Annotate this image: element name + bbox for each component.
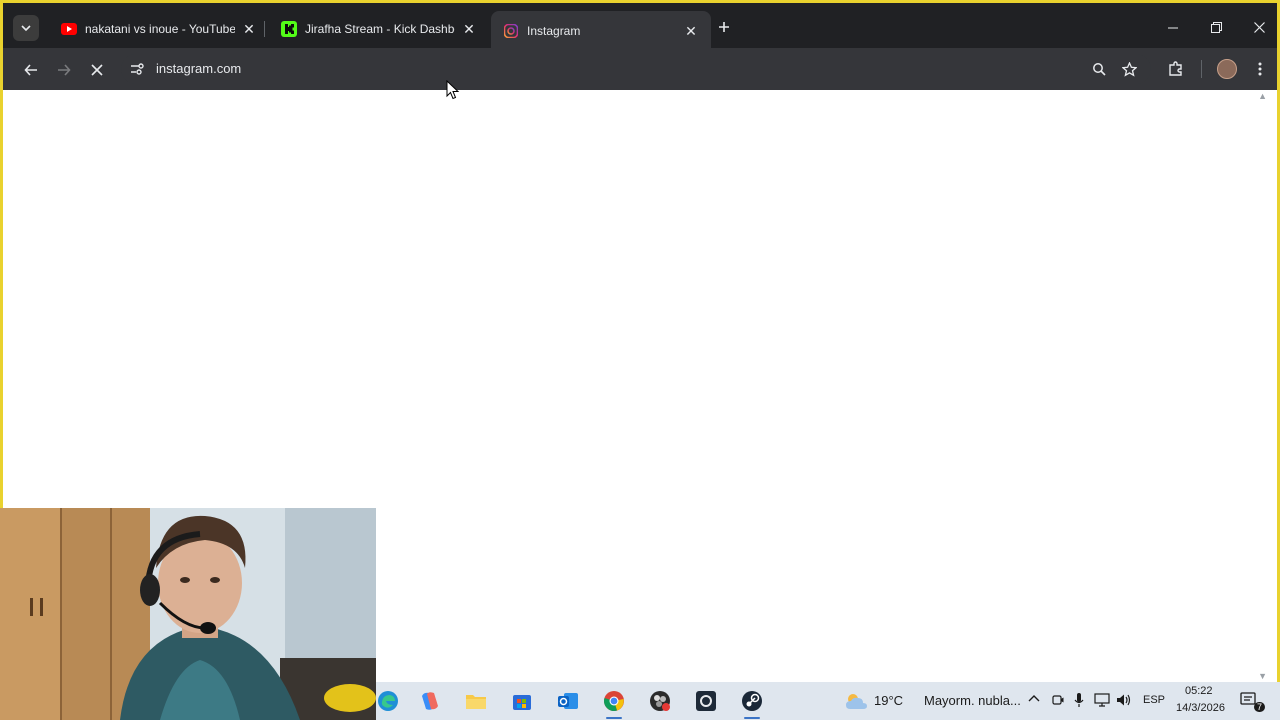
store-app[interactable] [510,689,534,713]
restore-button[interactable] [1201,15,1231,41]
arrow-right-icon [58,64,71,76]
close-icon [91,64,103,76]
puzzle-icon [1169,61,1182,76]
close-icon[interactable]: ✕ [241,21,257,38]
tab-title: Jirafha Stream - Kick Dashboard [305,22,455,36]
tab-strip: nakatani vs inoue - YouTube ✕ Jirafha St… [3,3,1277,51]
tab-youtube[interactable]: nakatani vs inoue - YouTube ✕ [49,11,269,47]
language-indicator[interactable]: ESP [1143,694,1165,706]
copilot-app[interactable] [418,689,442,713]
app-icon [696,691,716,711]
steam-app[interactable] [740,689,764,719]
outlook-app[interactable] [556,689,580,713]
menu-button[interactable] [1249,58,1271,80]
tab-title: nakatani vs inoue - YouTube [85,22,235,36]
weather-temp: 19°C [874,693,904,708]
address-bar[interactable]: instagram.com [121,54,1151,84]
close-icon[interactable]: ✕ [683,23,699,40]
profile-avatar[interactable] [1217,59,1237,79]
site-info-icon[interactable] [129,61,145,77]
notification-count: 7 [1254,702,1266,712]
bookmark-button[interactable] [1118,58,1140,80]
taskbar: 19°C Mayorm. nubla... ESP 05:22 14/3/202… [376,682,1280,720]
obs-icon [650,691,670,711]
tab-instagram[interactable]: Instagram ✕ [491,11,711,51]
arrow-left-icon [24,64,37,76]
chevron-up-icon[interactable] [1028,692,1040,706]
webcam-image [0,508,376,720]
edge-app[interactable] [376,689,400,713]
star-icon [1121,61,1137,77]
tab-search-button[interactable] [13,15,39,41]
network-icon[interactable] [1094,693,1110,710]
weather-desc: Mayorm. nubla... [924,693,1021,708]
forward-button[interactable] [50,56,78,84]
restore-icon [1210,22,1222,33]
more-vertical-icon [1258,62,1262,76]
webcam-overlay [0,508,376,720]
close-icon[interactable]: ✕ [461,21,477,38]
extensions-button[interactable] [1165,58,1187,80]
toolbar-divider [1201,60,1202,78]
zoom-button[interactable] [1088,58,1110,80]
edge-icon [378,691,398,711]
chevron-down-icon [21,25,31,32]
clock-date[interactable]: 14/3/2026 [1176,702,1225,714]
weather-widget[interactable] [844,689,868,713]
back-button[interactable] [17,56,45,84]
minimize-icon [1168,27,1178,29]
url-text: instagram.com [156,61,242,76]
close-window-button[interactable] [1244,15,1274,41]
steam-icon [742,691,762,711]
outlook-icon [558,693,578,709]
browser-toolbar: instagram.com [3,48,1277,90]
search-icon [1093,63,1106,76]
instagram-icon [503,23,519,39]
chrome-icon [604,691,624,711]
mouse-cursor-icon [446,80,460,100]
scroll-down-icon[interactable]: ▼ [1258,671,1267,681]
chrome-app[interactable] [602,689,626,719]
tab-separator [264,21,265,37]
obs-app[interactable] [648,689,672,713]
close-icon [1253,22,1265,33]
copilot-icon [422,692,438,710]
stop-loading-button[interactable] [83,56,111,84]
store-icon [513,695,531,710]
cloud-sun-icon [846,694,867,709]
youtube-icon [61,21,77,37]
tab-title: Instagram [527,24,581,38]
scroll-up-icon[interactable]: ▲ [1258,91,1267,101]
minimize-button[interactable] [1158,15,1188,41]
meet-now-icon[interactable] [1052,693,1064,710]
plus-icon [719,22,729,32]
folder-icon [466,695,486,709]
volume-icon[interactable] [1116,693,1132,710]
tab-kick[interactable]: Jirafha Stream - Kick Dashboard ✕ [269,11,489,47]
new-tab-button[interactable] [713,17,735,39]
file-explorer-app[interactable] [464,689,488,713]
kick-icon [281,21,297,37]
microphone-icon[interactable] [1074,692,1084,711]
app-dark-square[interactable] [694,689,718,713]
clock-time[interactable]: 05:22 [1185,685,1213,697]
